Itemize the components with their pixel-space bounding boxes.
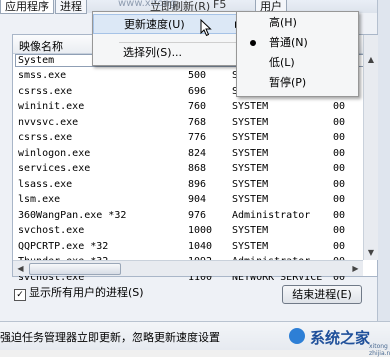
window-edge [377,0,390,321]
logo-text: 系统之家 [310,329,371,347]
user-cell: SYSTEM [232,240,269,252]
process-rows: smss.exe500SYSTEM00csrss.exe696SYSTEM00w… [13,68,377,285]
process-name-cell: services.exe [18,163,91,174]
scroll-right-icon[interactable]: ▶ [349,262,362,275]
user-cell: SYSTEM [232,163,269,174]
process-name-cell: QQPCRTP.exe *32 [18,240,109,252]
table-row[interactable]: services.exe 868 SYSTEM 00 [13,161,377,177]
tab-label: 进程 [60,0,82,13]
pid-cell: 696 [188,85,207,97]
process-name-cell: csrss.exe [18,85,73,97]
tab-label: 应用程序 [5,0,49,13]
vertical-scrollbar[interactable]: ▲ ▼ [363,35,378,260]
pid-cell: 904 [188,194,207,205]
user-cell: SYSTEM [232,147,269,159]
logo-icon [289,328,305,344]
cpu-cell: 00 [333,194,346,205]
tab-processes[interactable]: 进程 [55,0,87,14]
pid-cell: 768 [188,116,207,128]
status-text: 强迫任务管理器立即更新，忽略更新速度设置 [0,331,220,344]
submenu-item-label: 暂停(P) [269,76,307,89]
pid-cell: 824 [188,147,207,159]
table-row[interactable]: winlogon.exe 824 SYSTEM 00 [13,146,377,162]
update-key-label: F5 [213,0,227,11]
show-all-users-label: 显示所有用户的进程(S) [29,286,144,299]
show-all-users-option[interactable]: ✓ 显示所有用户的进程(S) [14,286,144,301]
cpu-cell: 00 [333,240,346,252]
scroll-thumb[interactable] [29,263,121,275]
process-name-cell: winlogon.exe [18,147,91,159]
cpu-cell: 00 [333,178,346,190]
cpu-cell: 00 [333,225,346,236]
checkbox-icon[interactable]: ✓ [14,289,26,301]
cpu-cell: 00 [333,116,346,128]
user-cell: SYSTEM [232,194,269,205]
cpu-cell: 00 [333,147,346,159]
pid-cell: 1000 [188,225,213,236]
submenu-item-label: 低(L) [269,56,295,69]
user-cell: SYSTEM [232,101,269,112]
process-name-cell: lsm.exe [18,194,61,205]
user-cell: SYSTEM [232,116,269,128]
mouse-cursor-icon [200,19,212,37]
scroll-up-icon[interactable]: ▲ [364,53,378,66]
menu-item-update-speed[interactable]: 更新速度(U) ▶ [93,14,248,34]
task-manager-window: 应用程序 进程 用户 www.xitong 立即刷新(R) F5 映像名称 Sy… [0,0,390,357]
user-cell: SYSTEM [232,178,269,190]
table-row[interactable]: QQPCRTP.exe *32 1040 SYSTEM 00 [13,239,377,255]
pid-cell: 500 [188,70,207,81]
table-row[interactable]: lsm.exe 904 SYSTEM 00 [13,192,377,208]
pid-cell: 896 [188,178,207,190]
pid-cell: 1040 [188,240,213,252]
end-process-button[interactable]: 结束进程(E) [282,285,362,304]
process-name-cell: svchost.exe [18,225,85,236]
pid-cell: 776 [188,132,207,143]
selected-bullet-icon [250,40,256,46]
submenu-item-high[interactable]: 高(H) [237,13,358,33]
table-row[interactable]: csrss.exe 776 SYSTEM 00 [13,130,377,146]
pid-cell: 760 [188,101,207,112]
submenu-item-pause[interactable]: 暂停(P) [237,73,358,93]
table-row[interactable]: 360WangPan.exe *32 976 Administrator 00 [13,208,377,224]
column-image-name[interactable]: 映像名称 [19,38,63,54]
process-name-cell: wininit.exe [18,101,85,112]
submenu-item-label: 高(H) [269,16,297,29]
process-name-cell: 360WangPan.exe *32 [18,209,127,221]
menu-item-label: 选择列(S)... [123,46,183,59]
process-name-cell: csrss.exe [18,132,73,143]
user-cell: SYSTEM [232,132,269,143]
pid-cell: 868 [188,163,207,174]
process-name-cell: smss.exe [18,70,67,81]
process-name-cell: lsass.exe [18,178,73,190]
menu-item-label: 更新速度(U) [124,18,185,31]
cpu-cell: 00 [333,209,346,221]
pid-cell: 976 [188,209,207,221]
user-cell: SYSTEM [232,225,269,236]
scroll-left-icon[interactable]: ◀ [14,262,27,275]
scroll-down-icon[interactable]: ▼ [364,246,378,259]
status-bar: 强迫任务管理器立即更新，忽略更新速度设置 系统之家 xitong zhijia.… [0,321,390,357]
submenu-item-normal[interactable]: 普通(N) [237,33,358,53]
table-row[interactable]: svchost.exe 1000 SYSTEM 00 [13,223,377,239]
table-row[interactable]: wininit.exe 760 SYSTEM 00 [13,99,377,115]
submenu-item-low[interactable]: 低(L) [237,53,358,73]
horizontal-scrollbar[interactable]: ◀ ▶ [13,260,363,276]
user-cell: Administrator [232,209,311,221]
cpu-cell: 00 [333,132,346,143]
cpu-cell: 00 [333,101,346,112]
logo-subtext: xitong zhijia.net [369,343,390,357]
process-name-cell: nvvsvc.exe [18,116,79,128]
table-row[interactable]: lsass.exe 896 SYSTEM 00 [13,177,377,193]
view-menu: 更新速度(U) ▶ 选择列(S)... [92,11,249,66]
site-logo: 系统之家 xitong zhijia.net [287,322,390,357]
update-speed-submenu: 高(H) 普通(N) 低(L) 暂停(P) [236,11,359,97]
submenu-item-label: 普通(N) [269,36,308,49]
menu-item-select-columns[interactable]: 选择列(S)... [93,43,248,63]
table-row[interactable]: nvvsvc.exe 768 SYSTEM 00 [13,115,377,131]
cpu-cell: 00 [333,163,346,174]
tab-applications[interactable]: 应用程序 [0,0,54,14]
